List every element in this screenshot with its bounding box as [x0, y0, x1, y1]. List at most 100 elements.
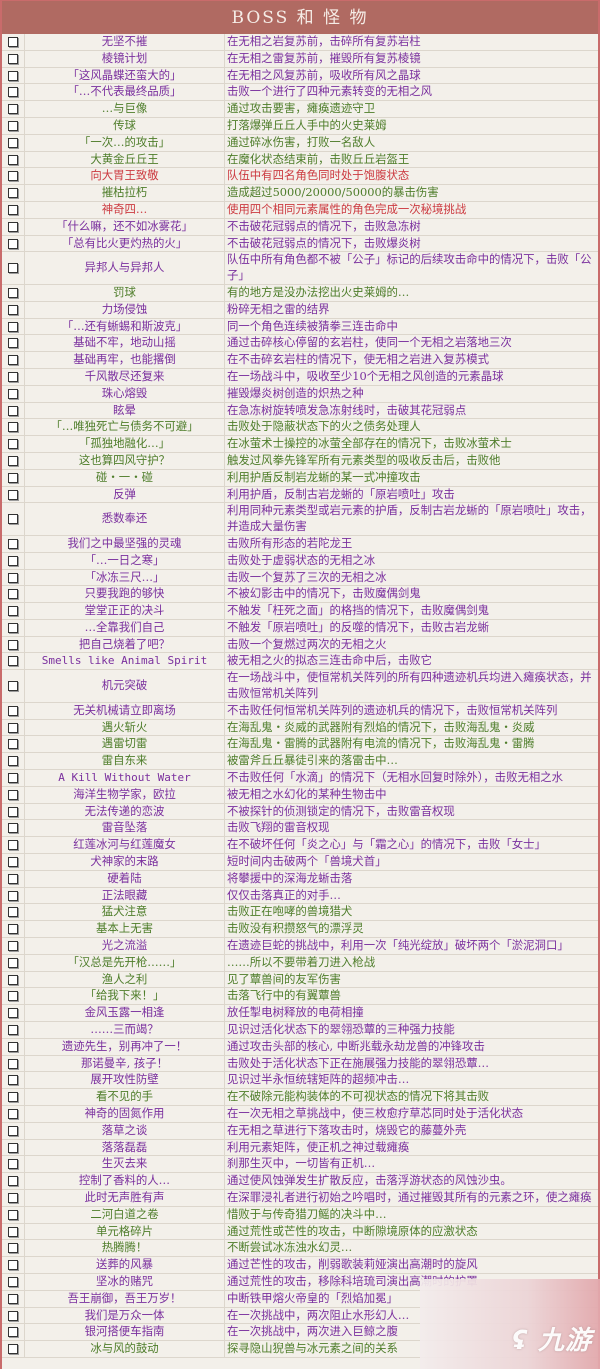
checkbox[interactable]: [8, 1293, 18, 1304]
checkbox[interactable]: [8, 489, 18, 500]
checkbox-cell: [2, 1340, 25, 1358]
checkbox[interactable]: [8, 622, 18, 633]
achievement-row: 基础再牢，也能撂倒 在不击碎玄岩柱的情况下，使无相之岩进入复苏模式: [2, 351, 598, 369]
checkbox[interactable]: [8, 221, 18, 232]
checkbox[interactable]: [8, 890, 18, 901]
checkbox[interactable]: [8, 338, 18, 349]
checkbox[interactable]: [8, 355, 18, 366]
checkbox[interactable]: [8, 739, 18, 750]
checkbox[interactable]: [8, 606, 18, 617]
checkbox[interactable]: [8, 1327, 18, 1338]
checkbox[interactable]: [8, 1058, 18, 1069]
checkbox[interactable]: [8, 304, 18, 315]
checkbox[interactable]: [8, 1025, 18, 1036]
checkbox[interactable]: [8, 422, 18, 433]
checkbox[interactable]: [8, 1209, 18, 1220]
checkbox[interactable]: [8, 681, 18, 692]
checkbox[interactable]: [8, 1041, 18, 1052]
achievement-desc: 击败一个复燃过两次的无相之火: [224, 636, 598, 654]
checkbox[interactable]: [8, 924, 18, 935]
checkbox[interactable]: [8, 1092, 18, 1103]
checkbox[interactable]: [8, 405, 18, 416]
achievement-row: 机元突破 在一场战斗中，使恒常机关阵列的所有四种遗迹机兵均进入瘫痪状态，并击败恒常…: [2, 669, 598, 703]
achievement-name: 遇雷切雷: [24, 735, 225, 754]
checkbox[interactable]: [8, 388, 18, 399]
checkbox[interactable]: [8, 789, 18, 800]
checkbox[interactable]: [8, 873, 18, 884]
checkbox[interactable]: [8, 756, 18, 767]
checkbox[interactable]: [8, 974, 18, 985]
checkbox[interactable]: [8, 1192, 18, 1203]
checkbox[interactable]: [8, 1276, 18, 1287]
checkbox[interactable]: [8, 857, 18, 868]
checkbox[interactable]: [8, 823, 18, 834]
checkbox-cell: [2, 1122, 25, 1140]
checkbox[interactable]: [8, 1243, 18, 1254]
checkbox[interactable]: [8, 1159, 18, 1170]
checkbox[interactable]: [8, 204, 18, 215]
checkbox[interactable]: [8, 238, 18, 249]
checkbox[interactable]: [8, 1075, 18, 1086]
checkbox[interactable]: [8, 37, 18, 47]
checkbox[interactable]: [8, 87, 18, 98]
checkbox[interactable]: [8, 957, 18, 968]
checkbox[interactable]: [8, 53, 18, 64]
checkbox-cell: [2, 117, 25, 135]
checkbox[interactable]: [8, 171, 18, 182]
checkbox-cell: [2, 619, 25, 637]
checkbox[interactable]: [8, 589, 18, 600]
checkbox[interactable]: [8, 806, 18, 817]
achievement-name: 「…一日之寒」: [24, 552, 225, 570]
checkbox[interactable]: [8, 321, 18, 332]
checkbox[interactable]: [8, 1344, 18, 1355]
achievement-name: 基础再牢，也能撂倒: [24, 351, 225, 369]
checkbox-cell: [2, 636, 25, 654]
checkbox[interactable]: [8, 907, 18, 918]
checkbox[interactable]: [8, 514, 18, 525]
checkbox[interactable]: [8, 1260, 18, 1271]
checkbox[interactable]: [8, 154, 18, 165]
checkbox[interactable]: [8, 991, 18, 1002]
checkbox[interactable]: [8, 572, 18, 583]
achievement-name: 生灭去来: [24, 1155, 225, 1174]
checkbox[interactable]: [8, 538, 18, 549]
checkbox[interactable]: [8, 941, 18, 952]
checkbox[interactable]: [8, 1176, 18, 1187]
checkbox[interactable]: [8, 70, 18, 81]
achievement-row: 硬着陆 将攀援中的深海龙蜥击落: [2, 870, 598, 888]
checkbox[interactable]: [8, 773, 18, 784]
checkbox[interactable]: [8, 263, 18, 274]
checkbox[interactable]: [8, 639, 18, 650]
checkbox[interactable]: [8, 840, 18, 851]
achievement-desc: 击败所有形态的若陀龙王: [224, 535, 598, 553]
achievement-name: 碰・一・碰: [24, 469, 225, 487]
achievement-name: 「一次…的攻击」: [24, 134, 225, 152]
checkbox[interactable]: [8, 656, 18, 667]
achievement-name: Smells like Animal Spirit: [24, 652, 225, 671]
checkbox[interactable]: [8, 1125, 18, 1136]
checkbox[interactable]: [8, 1008, 18, 1019]
watermark: ʢ 九游: [420, 1279, 600, 1369]
checkbox[interactable]: [8, 120, 18, 131]
achievement-name: …全靠我们自己: [24, 619, 225, 637]
checkbox[interactable]: [8, 555, 18, 566]
achievement-name: 罚球: [24, 284, 225, 302]
checkbox[interactable]: [8, 1310, 18, 1321]
checkbox-cell: [2, 1155, 25, 1174]
checkbox[interactable]: [8, 439, 18, 450]
achievement-row: 「汉总是先开枪……」 ……所以不要带着刀进入枪战: [2, 954, 598, 972]
checkbox[interactable]: [8, 287, 18, 298]
checkbox[interactable]: [8, 137, 18, 148]
checkbox[interactable]: [8, 705, 18, 716]
checkbox[interactable]: [8, 188, 18, 199]
checkbox[interactable]: [8, 371, 18, 382]
checkbox[interactable]: [8, 104, 18, 115]
achievement-row: 雷自东来 被雷斧丘丘暴徒引来的落雷击中…: [2, 752, 598, 771]
checkbox[interactable]: [8, 1226, 18, 1237]
checkbox[interactable]: [8, 455, 18, 466]
checkbox[interactable]: [8, 1109, 18, 1119]
achievement-row: 二河白道之卷 惜败于与传奇猎刀鳐的决斗中…: [2, 1206, 598, 1224]
checkbox[interactable]: [8, 722, 18, 733]
checkbox[interactable]: [8, 472, 18, 483]
checkbox[interactable]: [8, 1142, 18, 1153]
